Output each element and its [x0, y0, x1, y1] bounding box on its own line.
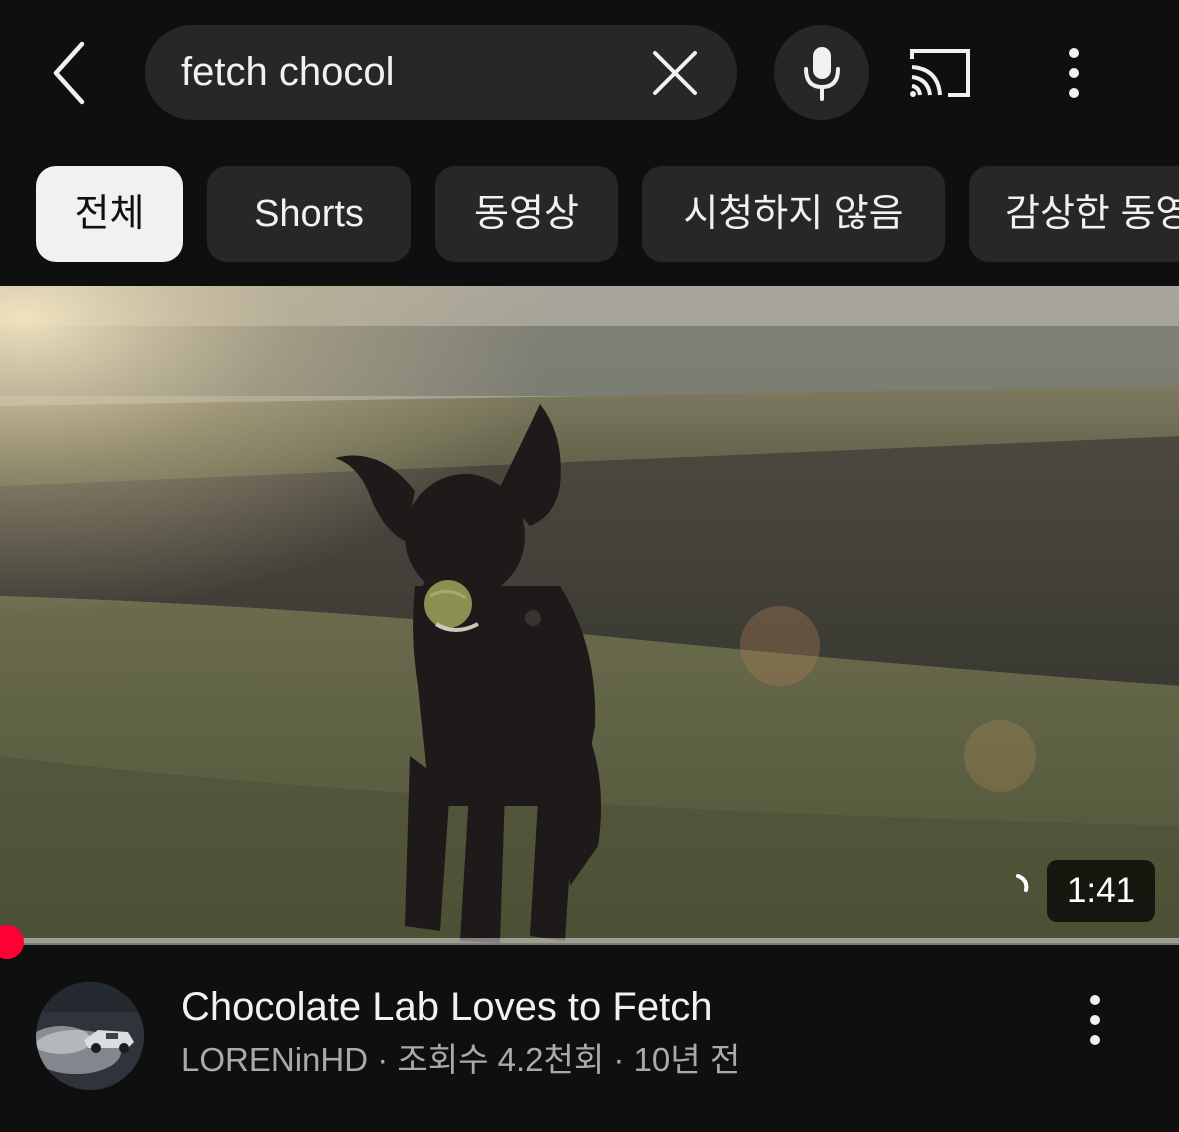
- more-vertical-icon: [1069, 48, 1079, 98]
- upload-age: 10년 전: [633, 1041, 741, 1078]
- video-thumbnail[interactable]: [0, 286, 1179, 943]
- more-options-button[interactable]: [1044, 40, 1104, 106]
- video-title[interactable]: Chocolate Lab Loves to Fetch: [181, 982, 712, 1032]
- chip-videos[interactable]: 동영상: [435, 166, 618, 262]
- thumbnail-image: [0, 286, 1179, 943]
- cast-button[interactable]: [900, 40, 980, 106]
- channel-name[interactable]: LORENinHD: [181, 1041, 368, 1078]
- voice-search-button[interactable]: [774, 25, 869, 120]
- clear-search-button[interactable]: [649, 47, 701, 99]
- back-button[interactable]: [40, 38, 100, 108]
- chip-shorts[interactable]: Shorts: [207, 166, 411, 262]
- view-count: 조회수 4.2천회: [397, 1041, 605, 1078]
- channel-avatar[interactable]: [36, 982, 144, 1090]
- filter-chips: 전체 Shorts 동영상 시청하지 않음 감상한 동영상: [0, 166, 1179, 262]
- chip-unwatched[interactable]: 시청하지 않음: [642, 166, 945, 262]
- microphone-icon: [803, 46, 840, 101]
- top-search-bar: fetch chocol: [0, 0, 1179, 145]
- close-icon: [653, 51, 697, 95]
- video-metadata: LORENinHD · 조회수 4.2천회 · 10년 전: [181, 1038, 740, 1082]
- video-action-menu-button[interactable]: [1068, 988, 1122, 1052]
- sound-indicator-icon: [1016, 874, 1029, 892]
- avatar-image: [36, 982, 144, 1090]
- chip-all[interactable]: 전체: [36, 166, 183, 262]
- chevron-left-icon: [53, 41, 85, 105]
- chip-watched[interactable]: 감상한 동영상: [969, 166, 1179, 262]
- more-vertical-icon: [1090, 995, 1100, 1045]
- meta-separator: ·: [377, 1041, 389, 1078]
- cast-icon: [910, 49, 970, 97]
- search-input[interactable]: fetch chocol: [181, 25, 394, 120]
- meta-separator: ·: [613, 1041, 625, 1078]
- duration-badge: 1:41: [1047, 860, 1155, 922]
- search-box[interactable]: fetch chocol: [145, 25, 737, 120]
- watch-progress-bar: [0, 938, 1179, 945]
